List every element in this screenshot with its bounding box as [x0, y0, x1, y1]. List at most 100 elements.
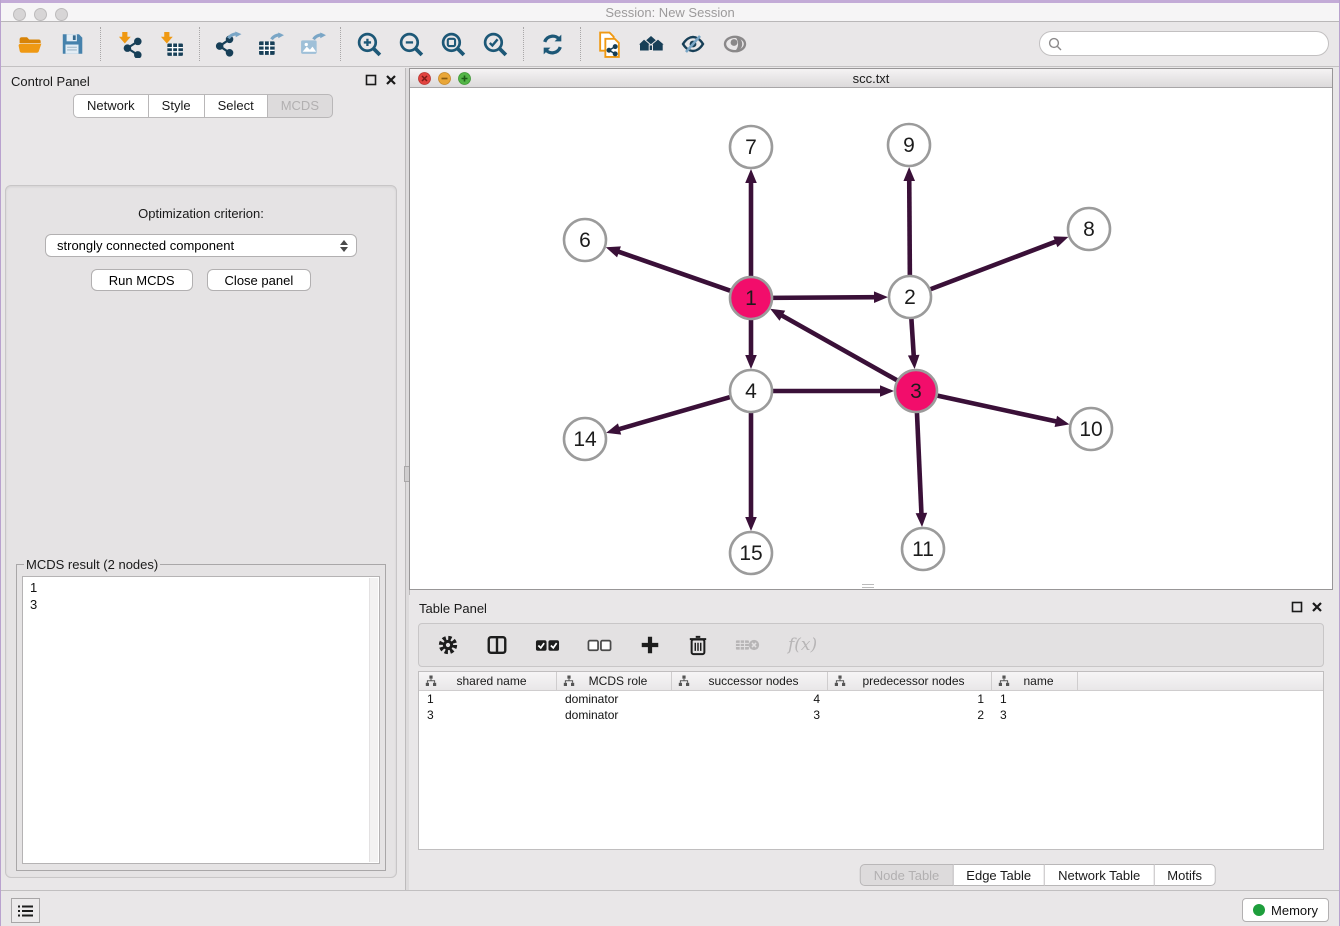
column-header-MCDS-role[interactable]: MCDS role [557, 672, 672, 690]
home-view-icon[interactable] [630, 25, 672, 63]
tab-node-table[interactable]: Node Table [860, 864, 954, 886]
graph-node-label: 8 [1083, 218, 1095, 241]
save-session-icon[interactable] [51, 25, 93, 63]
search-box[interactable] [1039, 31, 1329, 56]
mcds-result-list[interactable]: 1 3 [22, 576, 380, 864]
table-cell[interactable]: dominator [557, 691, 672, 707]
network-canvas[interactable]: 7968124314101511 [410, 88, 1332, 589]
close-panel-icon[interactable] [385, 74, 397, 86]
home-glyph [637, 30, 665, 58]
tab-select[interactable]: Select [205, 94, 268, 118]
graph-edge-1-6[interactable] [617, 251, 733, 292]
search-input[interactable] [1066, 36, 1328, 51]
export-image-icon[interactable] [291, 25, 333, 63]
open-folder-icon [17, 31, 44, 58]
optimization-criterion-dropdown[interactable]: strongly connected component [45, 234, 357, 257]
table-cell[interactable]: 3 [992, 707, 1078, 723]
tab-network-table[interactable]: Network Table [1045, 864, 1154, 886]
export-network-icon[interactable] [207, 25, 249, 63]
export-table-icon[interactable] [249, 25, 291, 63]
column-header-successor-nodes[interactable]: successor nodes [672, 672, 828, 690]
tab-motifs[interactable]: Motifs [1154, 864, 1216, 886]
table-cell[interactable]: 2 [828, 707, 992, 723]
control-panel-title: Control Panel [11, 74, 90, 89]
node-table[interactable]: shared nameMCDS rolesuccessor nodesprede… [418, 671, 1324, 850]
close-panel-button[interactable]: Close panel [207, 269, 312, 291]
app-title: Session: New Session [1, 5, 1339, 20]
graph-edge-1-2[interactable] [770, 297, 876, 298]
graph-node-label: 6 [579, 229, 591, 252]
status-bar: Memory [1, 890, 1339, 926]
graph-edge-3-1[interactable] [781, 315, 900, 382]
graph-edge-arrowhead [880, 385, 894, 397]
graph-edge-2-3[interactable] [911, 316, 914, 357]
graph-edge-2-8[interactable] [928, 241, 1057, 290]
zoom-fit-icon[interactable] [432, 25, 474, 63]
deselect-all-icon[interactable] [587, 637, 612, 653]
table-panel: Table Panel [409, 595, 1339, 890]
zoom-in-icon[interactable] [348, 25, 390, 63]
graph-node-label: 7 [745, 136, 757, 159]
graph-edge-2-9[interactable] [909, 179, 910, 278]
column-header-name[interactable]: name [992, 672, 1078, 690]
task-history-button[interactable] [11, 898, 40, 923]
table-cell[interactable]: 3 [419, 707, 557, 723]
control-panel: Control Panel Network Style Select MCDS … [1, 68, 405, 890]
refresh-icon[interactable] [531, 25, 573, 63]
memory-button[interactable]: Memory [1242, 898, 1329, 922]
table-row[interactable]: 1dominator411 [419, 691, 1323, 707]
graph-edge-arrowhead [1055, 416, 1070, 427]
graph-edge-arrowhead [606, 423, 621, 434]
graph-edge-3-10[interactable] [935, 395, 1058, 422]
search-icon [1048, 37, 1062, 51]
float-panel-icon[interactable] [365, 74, 377, 86]
graph-node-label: 4 [745, 380, 757, 403]
show-eye-icon[interactable] [714, 25, 756, 63]
column-header-predecessor-nodes[interactable]: predecessor nodes [828, 672, 992, 690]
table-row[interactable]: 3dominator323 [419, 707, 1323, 723]
table-cell[interactable]: 4 [672, 691, 828, 707]
graph-edge-4-14[interactable] [618, 396, 733, 429]
hide-eye-icon[interactable] [672, 25, 714, 63]
select-all-icon[interactable] [535, 637, 560, 653]
graph-edge-3-11[interactable] [917, 410, 922, 515]
column-header-shared-name[interactable]: shared name [419, 672, 557, 690]
export-table-glyph [257, 31, 284, 58]
result-scrollbar[interactable] [369, 578, 378, 862]
split-columns-icon[interactable] [486, 634, 508, 656]
delete-column-icon[interactable] [688, 634, 708, 656]
network-window-title: scc.txt [410, 71, 1332, 86]
run-mcds-button[interactable]: Run MCDS [91, 269, 193, 291]
tab-style[interactable]: Style [149, 94, 205, 118]
open-file-icon[interactable] [9, 25, 51, 63]
dropdown-value: strongly connected component [57, 238, 340, 253]
network-resize-handle[interactable] [862, 584, 874, 588]
settings-gear-icon[interactable] [437, 634, 459, 656]
zoom-out-glyph [398, 31, 425, 58]
table-cell[interactable]: 3 [672, 707, 828, 723]
graph-node-label: 9 [903, 134, 915, 157]
graph-edge-arrowhead [606, 246, 621, 257]
close-table-panel-icon[interactable] [1311, 601, 1323, 613]
table-cell[interactable]: 1 [419, 691, 557, 707]
destroy-table-icon [735, 636, 761, 654]
tab-edge-table[interactable]: Edge Table [953, 864, 1045, 886]
save-disk-icon [59, 31, 85, 57]
table-cell[interactable]: 1 [992, 691, 1078, 707]
duplicate-network-icon[interactable] [588, 25, 630, 63]
zoom-selected-icon[interactable] [474, 25, 516, 63]
add-column-icon[interactable] [639, 634, 661, 656]
table-cell[interactable]: 1 [828, 691, 992, 707]
network-view-window: scc.txt 7968124314101511 [409, 68, 1333, 590]
table-cell[interactable]: dominator [557, 707, 672, 723]
import-table-icon[interactable] [150, 25, 192, 63]
zoom-out-icon[interactable] [390, 25, 432, 63]
float-table-panel-icon[interactable] [1291, 601, 1303, 613]
tab-mcds[interactable]: MCDS [268, 94, 333, 118]
network-window-titlebar[interactable]: scc.txt [410, 69, 1332, 88]
toolbar-separator [523, 27, 524, 61]
graph-node-label: 2 [904, 286, 916, 309]
table-tabs: Node Table Edge Table Network Table Moti… [860, 864, 1216, 886]
tab-network[interactable]: Network [73, 94, 149, 118]
import-network-icon[interactable] [108, 25, 150, 63]
